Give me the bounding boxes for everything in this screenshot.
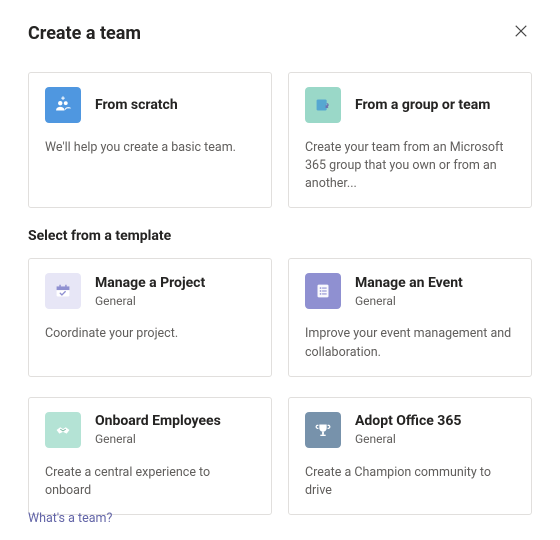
card-title-block: Onboard Employees General — [95, 413, 221, 446]
card-title: Onboard Employees — [95, 413, 221, 430]
calendar-check-icon — [45, 273, 81, 309]
template-onboard-employees[interactable]: Onboard Employees General Create a centr… — [28, 397, 272, 515]
checklist-icon — [305, 273, 341, 309]
card-description: Create a central experience to onboard — [45, 464, 255, 500]
card-description: Coordinate your project. — [45, 325, 255, 343]
card-category: General — [95, 432, 221, 446]
create-team-dialog: Create a team — [0, 0, 560, 540]
handshake-icon — [45, 412, 81, 448]
close-icon — [514, 25, 528, 42]
card-category: General — [355, 294, 463, 308]
card-header: Manage a Project General — [45, 273, 255, 309]
card-title: Manage an Event — [355, 275, 463, 292]
template-manage-event[interactable]: Manage an Event General Improve your eve… — [288, 258, 532, 376]
card-category: General — [95, 294, 205, 308]
card-description: We'll help you create a basic team. — [45, 139, 255, 157]
dialog-title: Create a team — [28, 23, 141, 44]
close-button[interactable] — [510, 20, 532, 46]
group-import-icon — [305, 87, 341, 123]
card-category: General — [355, 432, 461, 446]
option-from-scratch[interactable]: From scratch We'll help you create a bas… — [28, 72, 272, 208]
template-section-title: Select from a template — [28, 228, 532, 244]
people-plus-icon — [45, 87, 81, 123]
card-title-block: Manage an Event General — [355, 275, 463, 308]
card-header: Onboard Employees General — [45, 412, 255, 448]
template-manage-project[interactable]: Manage a Project General Coordinate your… — [28, 258, 272, 376]
card-description: Create a Champion community to drive — [305, 464, 515, 500]
template-adopt-office-365[interactable]: Adopt Office 365 General Create a Champi… — [288, 397, 532, 515]
option-from-group[interactable]: From a group or team Create your team fr… — [288, 72, 532, 208]
primary-options: From scratch We'll help you create a bas… — [28, 72, 532, 208]
card-description: Improve your event management and collab… — [305, 325, 515, 361]
trophy-icon — [305, 412, 341, 448]
template-row: Manage a Project General Coordinate your… — [28, 258, 532, 376]
card-title: From scratch — [95, 97, 178, 114]
whats-a-team-link[interactable]: What's a team? — [28, 511, 112, 526]
card-title: From a group or team — [355, 97, 490, 114]
card-title-block: Manage a Project General — [95, 275, 205, 308]
card-description: Create your team from an Microsoft 365 g… — [305, 139, 515, 193]
card-title: Manage a Project — [95, 275, 205, 292]
template-row: Onboard Employees General Create a centr… — [28, 397, 532, 515]
card-header: Adopt Office 365 General — [305, 412, 515, 448]
card-header: Manage an Event General — [305, 273, 515, 309]
dialog-header: Create a team — [28, 20, 532, 46]
card-title-block: Adopt Office 365 General — [355, 413, 461, 446]
card-header: From scratch — [45, 87, 255, 123]
card-title: Adopt Office 365 — [355, 413, 461, 430]
card-header: From a group or team — [305, 87, 515, 123]
